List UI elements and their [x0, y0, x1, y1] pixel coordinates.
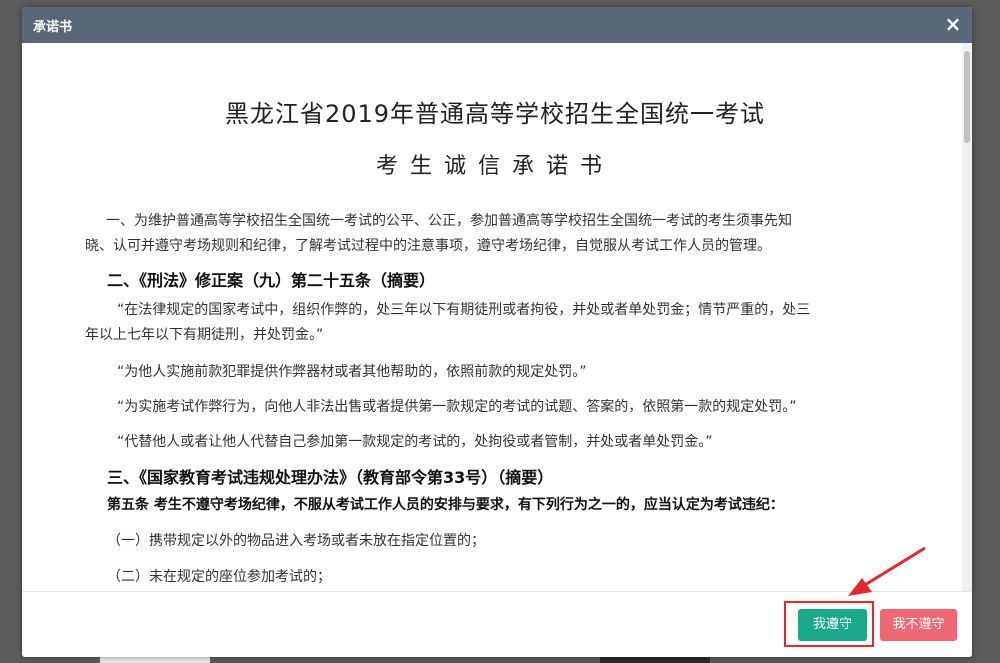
scrollbar[interactable]	[962, 43, 972, 591]
close-icon[interactable]: ×	[942, 13, 964, 35]
intro-paragraph-line1: 一、为维护普通高等学校招生全国统一考试的公平、公正，参加普通高等学校招生全国统一…	[106, 213, 792, 229]
disagree-button[interactable]: 我不遵守	[880, 609, 957, 641]
quote3: “为实施考试作弊行为，向他人非法出售或者提供第一款规定的考试的试题、答案的，依照…	[117, 399, 797, 415]
quote2: “为他人实施前款犯罪提供作弊器材或者其他帮助的，依照前款的规定处罚。”	[117, 364, 587, 380]
rule-item-2: （二）未在规定的座位参加考试的；	[107, 569, 331, 585]
quote4: “代替他人或者让他人代替自己参加第一款规定的考试的，处拘役或者管制，并处或者单处…	[117, 434, 713, 450]
quote1-line2: 年以上七年以下有期徒刑，并处罚金。”	[85, 327, 324, 343]
quote1-line1: “在法律规定的国家考试中，组织作弊的，处三年以下有期徒刑或者拘役，并处或者单处罚…	[117, 302, 811, 318]
rule-item-1: （一）携带规定以外的物品进入考场或者未放在指定位置的；	[107, 533, 485, 549]
dialog-footer: 我遵守 我不遵守	[22, 591, 972, 657]
dialog-title: 承诺书	[33, 20, 73, 35]
document-title: 黑龙江省2019年普通高等学校招生全国统一考试	[224, 100, 766, 128]
dialog-body[interactable]: 黑龙江省2019年普通高等学校招生全国统一考试 考生诚信承诺书 一、为维护普通高…	[22, 43, 972, 591]
dialog-header: 承诺书 ×	[22, 7, 972, 43]
scrollbar-thumb[interactable]	[964, 51, 970, 143]
section-heading-exam-rules: 三、《国家教育考试违规处理办法》（教育部令第33号）（摘要）	[107, 468, 554, 487]
commitment-dialog: 承诺书 × 黑龙江省2019年普通高等学校招生全国统一考试 考生诚信承诺书 一、…	[22, 7, 972, 657]
agree-button[interactable]: 我遵守	[798, 609, 867, 641]
document-subtitle: 考生诚信承诺书	[375, 154, 614, 179]
section-heading-criminal-law: 二、《刑法》修正案（九）第二十五条（摘要）	[107, 271, 436, 290]
intro-paragraph-line2: 晓、认可并遵守考场规则和纪律，了解考试过程中的注意事项，遵守考场纪律，自觉服从考…	[85, 238, 771, 254]
article5-text: 第五条 考生不遵守考场纪律，不服从考试工作人员的安排与要求，有下列行为之一的，应…	[107, 497, 784, 513]
